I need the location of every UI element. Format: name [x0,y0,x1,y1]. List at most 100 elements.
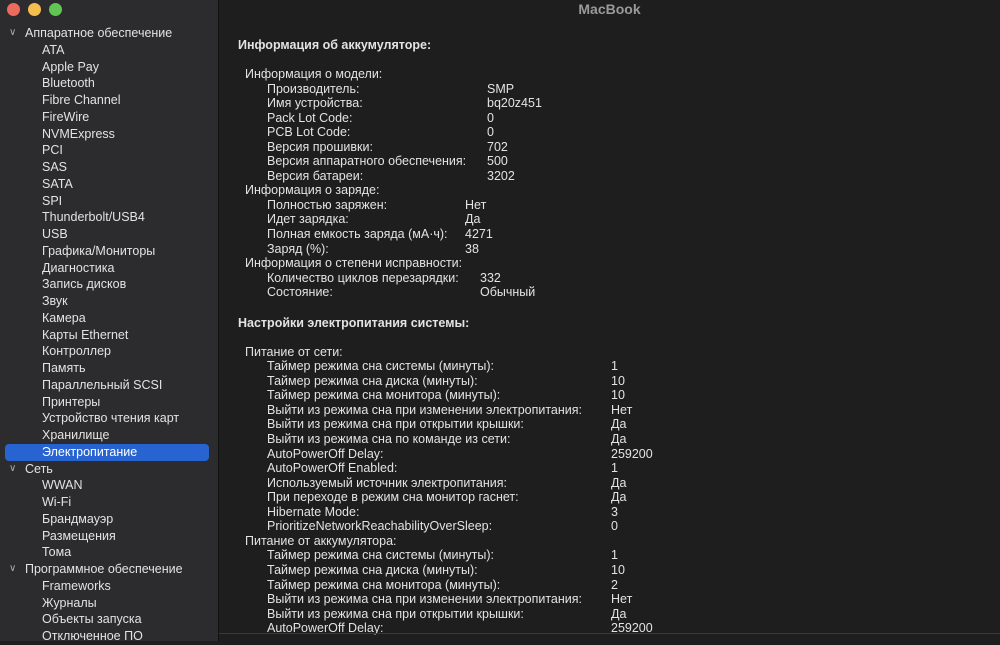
group-label: Питание от аккумулятора: [245,533,397,548]
sidebar-item[interactable]: Хранилище [0,427,218,444]
property-row: Идет зарядка: Да [238,212,653,227]
property-label: Выйти из режима сна при изменении электр… [267,592,583,607]
sidebar-item[interactable]: Fibre Channel [0,92,218,109]
property-value: 702 [487,139,508,154]
sidebar-item[interactable]: Отключенное ПО [0,628,218,645]
property-label: Имя устройства: [267,96,363,111]
sidebar-item[interactable]: SAS [0,159,218,176]
property-row: PCB Lot Code: 0 [238,125,653,140]
sidebar-item[interactable]: Принтеры [0,394,218,411]
property-label: Таймер режима сна системы (минуты): [267,359,494,374]
sidebar-item[interactable]: Frameworks [0,578,218,595]
property-row: Выйти из режима сна при открытии крышки:… [238,417,653,432]
property-row: AutoPowerOff Enabled: 1 [238,461,653,476]
sidebar-section[interactable]: ∨ Программное обеспечение [0,561,218,578]
chevron-down-icon[interactable]: ∨ [9,25,16,42]
close-button[interactable] [7,3,20,16]
sidebar-item[interactable]: Диагностика [0,260,218,277]
sidebar-item[interactable]: Запись дисков [0,276,218,293]
sidebar-item[interactable]: Память [0,360,218,377]
chevron-down-icon[interactable]: ∨ [9,561,16,578]
property-value: 1 [611,359,618,374]
sidebar-item[interactable]: Параллельный SCSI [0,377,218,394]
sidebar-item[interactable]: Электропитание [5,443,209,461]
property-row: Используемый источник электропитания: Да [238,476,653,491]
sidebar-item[interactable]: Журналы [0,595,218,612]
property-value: Да [611,490,627,505]
sidebar-item[interactable]: Брандмауэр [0,511,218,528]
sidebar-item[interactable]: Thunderbolt/USB4 [0,209,218,226]
property-row: Версия прошивки: 702 [238,140,653,155]
property-value: 10 [611,562,625,577]
property-value: Да [611,606,627,621]
group-label: Информация о заряде: [245,183,380,198]
property-value: 2 [611,577,618,592]
sidebar-item[interactable]: Графика/Мониторы [0,243,218,260]
sidebar-item[interactable]: Камера [0,310,218,327]
property-label: Производитель: [267,81,360,96]
property-label: Количество циклов перезарядки: [267,270,459,285]
zoom-button[interactable] [49,3,62,16]
sidebar-section[interactable]: ∨ Аппаратное обеспечение [0,25,218,42]
property-row: Таймер режима сна системы (минуты): 1 [238,359,653,374]
minimize-button[interactable] [28,3,41,16]
property-label: Hibernate Mode: [267,504,360,519]
property-row: Количество циклов перезарядки: 332 [238,271,653,286]
property-value: Да [611,432,627,447]
report-content: Информация об аккумуляторе: Информация о … [238,37,653,636]
property-value: 38 [465,241,479,256]
property-value: 500 [487,154,508,169]
property-row: Производитель: SMP [238,82,653,97]
property-row: Версия аппаратного обеспечения: 500 [238,154,653,169]
sidebar-item[interactable]: SPI [0,193,218,210]
sidebar-item[interactable]: Размещения [0,528,218,545]
property-label: При переходе в режим сна монитор гаснет: [267,490,519,505]
sidebar-item[interactable]: Apple Pay [0,59,218,76]
property-row: Таймер режима сна монитора (минуты): 10 [238,388,653,403]
sidebar-item[interactable]: Wi-Fi [0,494,218,511]
property-value: 3202 [487,168,515,183]
property-label: Таймер режима сна монитора (минуты): [267,577,501,592]
property-label: Состояние: [267,285,333,300]
property-row: Таймер режима сна монитора (минуты): 2 [238,578,653,593]
property-value: 0 [487,125,494,140]
sidebar-item[interactable]: Объекты запуска [0,611,218,628]
sidebar-section-label: Программное обеспечение [25,562,183,576]
sidebar-item[interactable]: ATA [0,42,218,59]
property-label: Выйти из режима сна по команде из сети: [267,432,511,447]
sidebar-item[interactable]: NVMExpress [0,126,218,143]
property-row: При переходе в режим сна монитор гаснет:… [238,490,653,505]
property-value: Нет [465,197,487,212]
sidebar-item[interactable]: Карты Ethernet [0,327,218,344]
sidebar-item[interactable]: USB [0,226,218,243]
property-label: Таймер режима сна диска (минуты): [267,562,478,577]
property-row: Выйти из режима сна при изменении электр… [238,592,653,607]
property-row: Hibernate Mode: 3 [238,505,653,520]
sidebar-item[interactable]: Звук [0,293,218,310]
property-value: 10 [611,373,625,388]
sidebar-item[interactable]: Контроллер [0,343,218,360]
property-label: PCB Lot Code: [267,125,351,140]
property-value: 10 [611,388,625,403]
chevron-down-icon[interactable]: ∨ [9,461,16,478]
sidebar-item[interactable]: Bluetooth [0,75,218,92]
property-label: Полная емкость заряда (мА·ч): [267,227,448,242]
property-value: Да [611,475,627,490]
property-row: Версия батареи: 3202 [238,169,653,184]
sidebar-item[interactable]: Тома [0,544,218,561]
sidebar-section[interactable]: ∨ Сеть [0,461,218,478]
property-label: Идет зарядка: [267,212,349,227]
sidebar-item[interactable]: Устройство чтения карт [0,410,218,427]
property-label: PrioritizeNetworkReachabilityOverSleep: [267,519,493,534]
property-row: Выйти из режима сна при изменении электр… [238,403,653,418]
property-value: 259200 [611,446,653,461]
sidebar-item[interactable]: WWAN [0,477,218,494]
property-value: 3 [611,504,618,519]
sidebar-item[interactable]: PCI [0,142,218,159]
property-value: bq20z451 [487,96,542,111]
sidebar-item[interactable]: FireWire [0,109,218,126]
property-row: Полная емкость заряда (мА·ч): 4271 [238,227,653,242]
property-row: Заряд (%): 38 [238,242,653,257]
sidebar-item[interactable]: SATA [0,176,218,193]
